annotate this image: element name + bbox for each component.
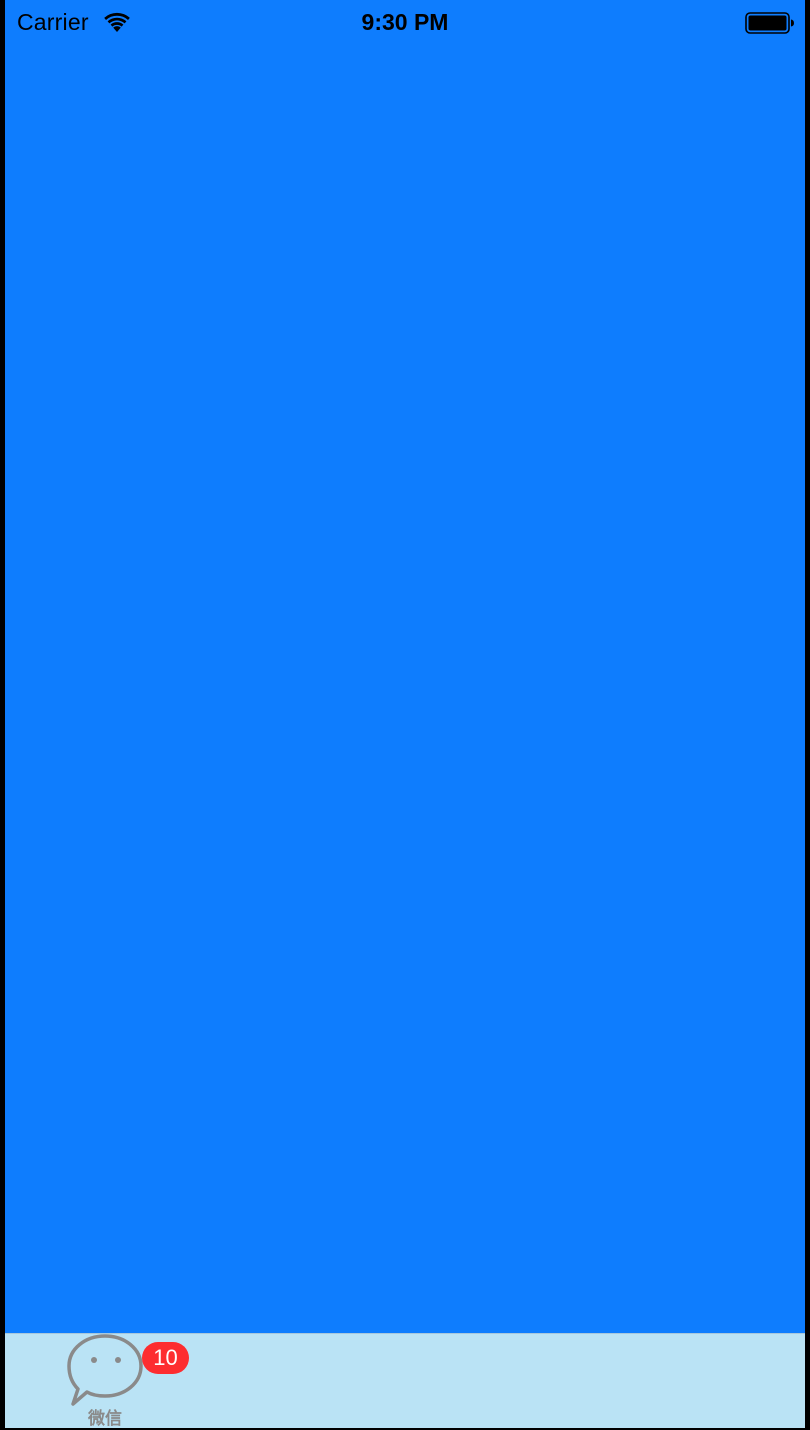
chat-bubble-icon — [65, 1334, 145, 1408]
app-screen: Carrier 9:30 PM 微信 10 — [5, 0, 805, 1428]
status-bar: Carrier 9:30 PM — [5, 0, 805, 46]
status-time: 9:30 PM — [361, 9, 449, 35]
tab-wechat[interactable]: 微信 — [60, 1334, 150, 1428]
tab-label: 微信 — [88, 1409, 122, 1428]
battery-icon — [745, 11, 795, 35]
tab-bar: 微信 10 — [5, 1333, 805, 1428]
notification-badge: 10 — [142, 1342, 189, 1374]
main-content-view — [5, 0, 805, 1333]
